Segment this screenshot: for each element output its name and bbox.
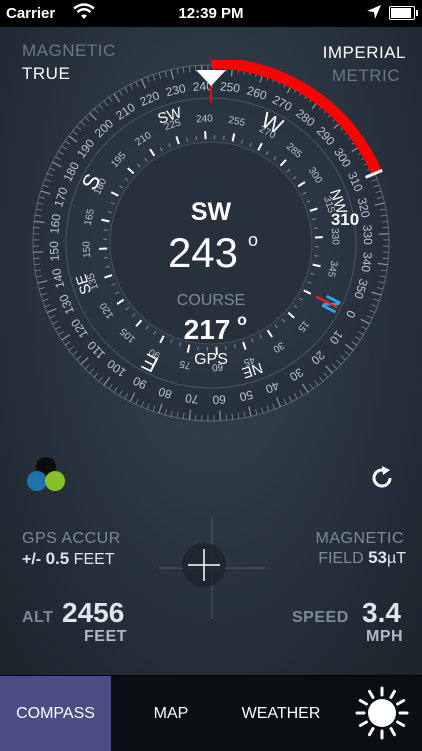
battery-icon (389, 6, 415, 20)
outer-degree-label: 150 (47, 241, 62, 262)
inner-tick (225, 346, 226, 350)
outer-tick (220, 411, 221, 421)
sun-ray (370, 691, 374, 697)
inner-degree-label: 240 (196, 113, 214, 125)
color-theme-icon[interactable] (24, 454, 68, 494)
magnetic-field-unit: µT (387, 550, 406, 567)
gps-accuracy-prefix: +/- (22, 551, 41, 568)
tab-weather[interactable]: WEATHER (228, 676, 334, 751)
inner-degree-label: 330 (329, 228, 341, 246)
tab-map[interactable]: MAP (118, 676, 224, 751)
outer-degree-label: 160 (47, 213, 63, 235)
gps-accuracy-label: GPS ACCUR (22, 530, 121, 548)
altitude-unit: FEET (84, 628, 127, 646)
course-degrees: 217 (184, 314, 231, 345)
sun-ray (360, 722, 366, 726)
outer-tick (379, 234, 389, 235)
sun-ray (370, 729, 374, 735)
altitude-value: 2456 (62, 597, 124, 629)
heading-direction: SW (191, 198, 232, 226)
gps-accuracy-unit: FEET (74, 551, 115, 568)
course-label: COURSE (177, 292, 245, 309)
gps-accuracy-value: 0.5 (46, 549, 70, 568)
sun-ray (391, 691, 395, 697)
sun-ray (360, 701, 366, 705)
brightness-icon[interactable] (352, 683, 412, 743)
magnetic-field-label2: FIELD (318, 550, 363, 567)
inner-degree-label: 150 (81, 240, 93, 258)
outer-degree-label: 340 (358, 251, 374, 273)
status-bar: Carrier 12:39 PM (0, 0, 422, 27)
outer-degree-label: 330 (360, 224, 375, 245)
magnetic-field-value: 53 (368, 548, 387, 567)
tab-compass[interactable]: COMPASS (0, 676, 111, 751)
heading-degrees: 243 (168, 229, 238, 276)
speed-value: 3.4 (362, 597, 401, 629)
course-degree-symbol: o (237, 312, 247, 329)
gps-accuracy-value-row: +/- 0.5 FEET (22, 549, 115, 569)
crosshair-icon[interactable] (159, 517, 265, 619)
magnetic-field-value-row: FIELD 53µT (318, 548, 406, 568)
outer-degree-label: 70 (184, 391, 199, 407)
bearing-marker-label: 310 (331, 210, 359, 229)
inner-tick (196, 136, 197, 140)
sun-ray (398, 722, 404, 726)
course-source: GPS (194, 351, 228, 368)
outer-degree-label: 60 (212, 392, 226, 407)
speed-unit: MPH (366, 628, 403, 646)
magnetic-toggle[interactable]: MAGNETIC (22, 41, 116, 61)
tab-bar: COMPASS MAP WEATHER (0, 675, 422, 751)
inner-tick (314, 228, 318, 229)
magnetic-field-label: MAGNETIC (316, 530, 404, 548)
inner-tick (104, 257, 108, 258)
location-arrow-icon (366, 4, 382, 20)
speed-label: SPEED (292, 609, 349, 627)
heading-degree-symbol: o (248, 230, 258, 250)
outer-tick (33, 252, 43, 253)
outer-degree-label: 250 (219, 79, 241, 95)
altitude-label: ALT (22, 609, 53, 627)
sun-ray (391, 729, 395, 735)
refresh-icon[interactable] (368, 464, 396, 492)
clock: 12:39 PM (0, 5, 422, 22)
sun-ray (398, 701, 404, 705)
compass-dial[interactable]: 0102030405060708090100110120130140150160… (0, 60, 422, 460)
